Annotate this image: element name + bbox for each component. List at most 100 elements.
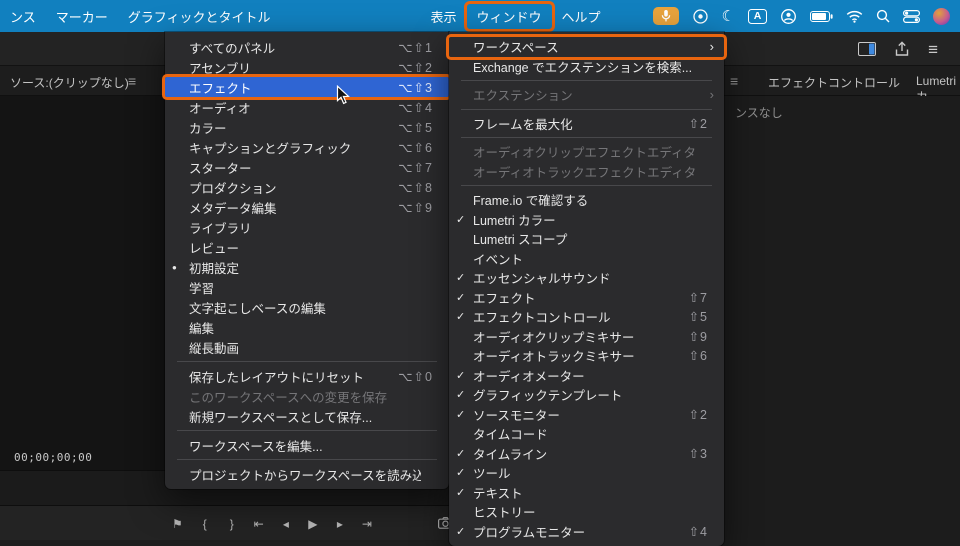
menubar-item-graphics-titles[interactable]: グラフィックとタイトル [118, 4, 281, 29]
battery-icon[interactable] [810, 10, 833, 22]
menu-item[interactable]: ✓ タイムライン ⇧3 [449, 444, 724, 464]
menubar-status-area: ☾ A [652, 7, 960, 25]
menu-item[interactable]: ✓ ソースモニター ⇧2 [449, 405, 724, 425]
menu-item[interactable]: オーディオトラックミキサー ⇧6 [449, 346, 724, 366]
user-account-icon[interactable] [780, 8, 797, 25]
menu-item[interactable]: Frame.io で確認する [449, 190, 724, 210]
wifi-icon[interactable] [846, 10, 863, 23]
microphone-in-use-icon[interactable] [652, 7, 679, 25]
checkmark-icon: ✓ [456, 467, 466, 480]
menubar-item-window[interactable]: ウィンドウ [463, 0, 555, 32]
menubar-item-view[interactable]: 表示 [421, 4, 467, 29]
menu-item[interactable]: 編集 [165, 317, 449, 337]
go-to-out-icon[interactable]: ⇥ [362, 517, 372, 531]
menu-item[interactable]: スターター ⌥⇧7 [165, 157, 449, 177]
checkmark-icon: ✓ [456, 311, 466, 324]
menu-item[interactable]: このワークスペースへの変更を保存 [165, 386, 449, 406]
menu-item[interactable]: エクステンション › [449, 85, 724, 105]
checkmark-icon: ✓ [456, 486, 466, 499]
menu-item[interactable]: アセンブリ ⌥⇧2 [165, 57, 449, 77]
menu-item[interactable]: 学習 [165, 277, 449, 297]
menu-separator [461, 80, 712, 81]
menu-item[interactable]: ライブラリ [165, 217, 449, 237]
menu-separator [177, 430, 437, 431]
menu-separator [177, 361, 437, 362]
user-avatar[interactable] [933, 7, 950, 25]
menu-item[interactable]: 保存したレイアウトにリセット ⌥⇧0 [165, 366, 449, 386]
source-panel-menu-icon[interactable]: ≡ [128, 73, 136, 89]
menu-item[interactable]: ヒストリー [449, 502, 724, 522]
macos-menubar: ンス マーカー グラフィックとタイトル 表示 ウィンドウ ヘルプ ☾ A [0, 0, 960, 32]
step-forward-icon[interactable]: ▸ [335, 517, 345, 531]
checkmark-icon: ✓ [456, 447, 466, 460]
app-swirl-icon[interactable] [692, 8, 709, 25]
menu-item[interactable]: ✓ Lumetri カラー [449, 210, 724, 230]
menu-item[interactable]: ✓ プログラムモニター ⇧4 [449, 522, 724, 542]
menu-item[interactable]: キャプションとグラフィック ⌥⇧6 [165, 137, 449, 157]
workspaces-icon[interactable] [858, 42, 877, 56]
menu-item[interactable]: オーディオクリップエフェクトエディター [449, 142, 724, 162]
workspace-submenu: すべてのパネル ⌥⇧1 アセンブリ ⌥⇧2 エフェクト ⌥⇧3 オーディオ ⌥⇧… [162, 32, 452, 489]
menu-item[interactable]: タイムコード [449, 424, 724, 444]
menu-item[interactable]: フレームを最大化 ⇧2 [449, 114, 724, 134]
menu-item[interactable]: 縦長動画 [165, 337, 449, 357]
checkmark-icon: ✓ [456, 213, 466, 226]
play-icon[interactable]: ▶ [308, 517, 318, 531]
checkmark-icon: ✓ [456, 291, 466, 304]
menubar-item-help[interactable]: ヘルプ [552, 4, 611, 29]
menu-item[interactable]: レビュー [165, 237, 449, 257]
menu-item[interactable]: ワークスペース › [446, 34, 727, 60]
menu-item[interactable]: ✓ エフェクトコントロール ⇧5 [449, 307, 724, 327]
add-marker-icon[interactable]: ⚑ [172, 517, 183, 531]
menu-item[interactable]: ● 初期設定 [165, 257, 449, 277]
right-panel-menu-icon[interactable]: ≡ [730, 73, 738, 89]
menu-item[interactable]: 新規ワークスペースとして保存... [165, 406, 449, 426]
checkmark-icon: ● [172, 262, 177, 272]
menu-item[interactable]: オーディオ ⌥⇧4 [165, 97, 449, 117]
mouse-cursor [336, 84, 353, 110]
mark-out-icon[interactable]: } [227, 517, 237, 531]
menu-item[interactable]: イベント [449, 249, 724, 269]
menu-item[interactable]: Exchange でエクステンションを検索... [449, 57, 724, 77]
submenu-chevron-icon: › [709, 39, 714, 55]
menu-item[interactable]: ✓ グラフィックテンプレート [449, 385, 724, 405]
menu-item[interactable]: オーディオトラックエフェクトエディター [449, 162, 724, 182]
source-timecode: 00;00;00;00 [14, 451, 93, 464]
control-center-icon[interactable] [903, 9, 920, 23]
window-menu: ワークスペース › Exchange でエクステンションを検索... エクステン… [446, 32, 727, 546]
mark-in-icon[interactable]: { [200, 517, 210, 531]
quick-export-icon[interactable] [894, 41, 910, 57]
checkmark-icon: ✓ [456, 272, 466, 285]
menu-item[interactable]: 文字起こしベースの編集 [165, 297, 449, 317]
menu-separator [177, 459, 437, 460]
menu-item[interactable]: ✓ テキスト [449, 483, 724, 503]
menu-item[interactable]: プロダクション ⌥⇧8 [165, 177, 449, 197]
menu-item[interactable]: プロジェクトからワークスペースを読み込み [165, 464, 449, 484]
tab-effect-controls[interactable]: エフェクトコントロール [768, 74, 900, 91]
menu-item[interactable]: カラー ⌥⇧5 [165, 117, 449, 137]
checkmark-icon: ✓ [456, 408, 466, 421]
menu-item[interactable]: すべてのパネル ⌥⇧1 [165, 37, 449, 57]
tab-source-monitor[interactable]: ソース:(クリップなし) [10, 74, 129, 91]
input-source-icon[interactable]: A [748, 8, 767, 24]
go-to-in-icon[interactable]: ⇤ [254, 517, 264, 531]
menu-item[interactable]: ✓ ツール [449, 463, 724, 483]
menu-separator [461, 108, 712, 110]
checkmark-icon: ✓ [456, 369, 466, 382]
menu-item[interactable]: エフェクト ⌥⇧3 [162, 74, 452, 100]
menu-item[interactable]: ✓ オーディオメーター [449, 366, 724, 386]
focus-mode-moon-icon[interactable]: ☾ [722, 9, 735, 24]
menu-item[interactable]: メタデータ編集 ⌥⇧9 [165, 197, 449, 217]
menu-separator [461, 137, 712, 138]
menubar-item-marker[interactable]: マーカー [46, 4, 118, 29]
effect-controls-panel: ンスなし [724, 96, 960, 540]
toolbar-menu-icon[interactable]: ≡ [928, 41, 938, 58]
menu-item[interactable]: オーディオクリップミキサー ⇧9 [449, 327, 724, 347]
step-back-icon[interactable]: ◂ [281, 517, 291, 531]
menu-item[interactable]: ワークスペースを編集... [165, 435, 449, 455]
spotlight-search-icon[interactable] [876, 9, 890, 23]
menu-item[interactable]: ✓ エフェクト ⇧7 [449, 288, 724, 308]
menu-item[interactable]: Lumetri スコープ [449, 229, 724, 249]
menu-item[interactable]: ✓ エッセンシャルサウンド [449, 268, 724, 288]
menubar-item-sequence-partial[interactable]: ンス [0, 4, 46, 29]
